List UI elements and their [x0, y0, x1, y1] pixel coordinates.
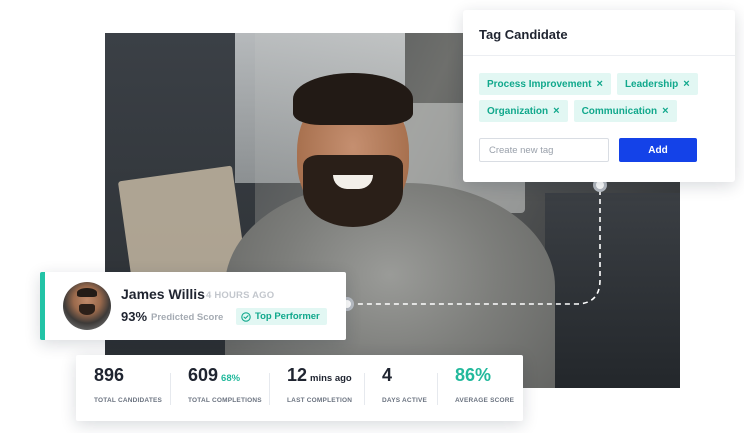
close-icon[interactable]: × — [662, 105, 668, 117]
tag-card-divider — [463, 55, 735, 56]
candidate-name: James Willis — [121, 286, 205, 302]
stat-value: 12 — [287, 365, 308, 385]
avatar-hair — [77, 288, 97, 297]
close-icon[interactable]: × — [683, 78, 689, 90]
tag-label: Leadership — [624, 78, 679, 90]
top-performer-badge: Top Performer — [236, 308, 327, 325]
stat-label: AVERAGE SCORE — [455, 397, 515, 404]
tag-chip[interactable]: Leadership × — [616, 73, 698, 95]
stat-label: TOTAL COMPLETIONS — [188, 397, 262, 404]
stat-value: 86% — [455, 365, 492, 385]
tag-chip[interactable]: Process Improvement × — [479, 73, 611, 95]
stat-value: 896 — [94, 365, 125, 385]
predicted-score-label: Predicted Score — [151, 312, 224, 323]
add-tag-button[interactable]: Add — [619, 138, 697, 162]
tag-label: Process Improvement — [487, 78, 592, 90]
predicted-score-value: 93% — [121, 309, 148, 324]
stat-last-completion: 12 mins ago LAST COMPLETION — [269, 365, 364, 411]
tag-list: Process Improvement × Leadership × Organ… — [479, 73, 729, 122]
badge-label: Top Performer — [255, 311, 320, 322]
tag-card-title: Tag Candidate — [479, 27, 568, 42]
tag-candidate-card: Tag Candidate Process Improvement × Lead… — [463, 10, 735, 182]
stat-label: LAST COMPLETION — [287, 397, 353, 404]
stat-suffix: mins ago — [310, 373, 352, 384]
stat-total-completions: 609 68% TOTAL COMPLETIONS — [170, 365, 269, 411]
stat-suffix: 68% — [221, 373, 241, 384]
candidate-card[interactable]: James Willis 4 HOURS AGO 93% Predicted S… — [40, 272, 346, 340]
tag-label: Communication — [581, 105, 658, 117]
avatar — [63, 282, 111, 330]
avatar-beard — [79, 304, 95, 315]
close-icon[interactable]: × — [553, 105, 559, 117]
photo-person-right — [545, 193, 680, 388]
stat-total-candidates: 896 TOTAL CANDIDATES — [76, 365, 170, 411]
stat-value: 4 — [382, 365, 393, 385]
candidate-timestamp: 4 HOURS AGO — [206, 290, 275, 301]
close-icon[interactable]: × — [597, 78, 603, 90]
new-tag-input[interactable] — [479, 138, 609, 162]
photo-person-hair — [293, 73, 413, 125]
tag-chip[interactable]: Communication × — [573, 100, 677, 122]
tag-label: Organization — [487, 105, 549, 117]
tag-chip[interactable]: Organization × — [479, 100, 568, 122]
photo-person-beard — [303, 155, 403, 227]
stat-value: 609 — [188, 365, 219, 385]
stats-bar: 896 TOTAL CANDIDATES 609 68% TOTAL COMPL… — [76, 355, 523, 421]
stat-days-active: 4 DAYS ACTIVE — [364, 365, 437, 411]
stat-label: DAYS ACTIVE — [382, 397, 428, 404]
stat-average-score: 86% AVERAGE SCORE — [437, 365, 521, 411]
stat-label: TOTAL CANDIDATES — [94, 397, 163, 404]
check-circle-icon — [241, 311, 251, 322]
